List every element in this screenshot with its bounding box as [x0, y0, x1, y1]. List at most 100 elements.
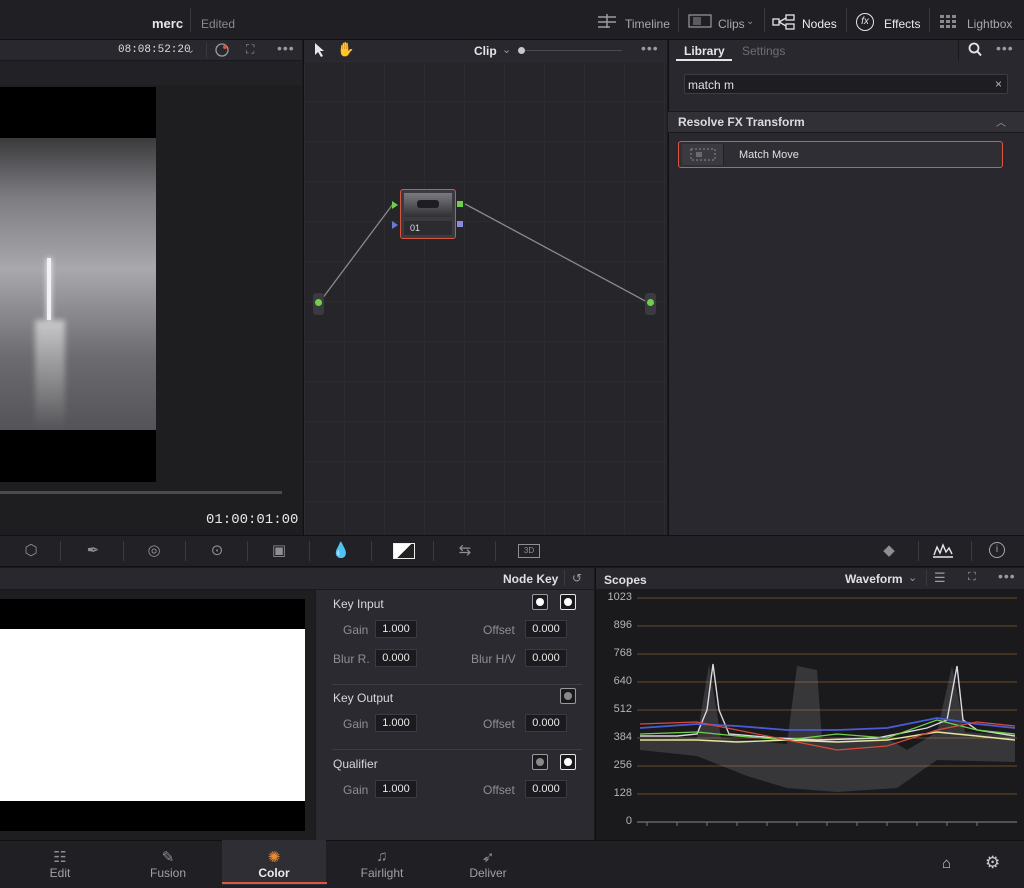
clips-icon[interactable] [688, 14, 712, 28]
source-output-dot [315, 299, 322, 306]
viewer-scrub-bar[interactable] [0, 491, 282, 494]
gear-icon[interactable]: ⚙ [985, 853, 1000, 873]
chevron-down-icon[interactable]: ⌄ [908, 571, 917, 584]
key-input-blur-r-field[interactable]: 0.000 [375, 649, 417, 667]
divider [247, 541, 248, 561]
node-mode-select[interactable]: Clip [474, 44, 497, 58]
scope-settings-icon[interactable]: ☰ [934, 570, 946, 586]
divider [371, 541, 372, 561]
tab-settings[interactable]: Settings [742, 44, 785, 58]
nodes-icon[interactable] [772, 14, 796, 30]
divider [929, 8, 930, 32]
key-output-invert-toggle[interactable] [560, 688, 576, 704]
node-key-output-icon[interactable] [457, 221, 463, 227]
fullscreen-icon[interactable]: ⛶ [246, 42, 254, 57]
chevron-down-icon[interactable]: ⌄ [186, 43, 195, 56]
eyedropper-icon[interactable]: ✒ [78, 541, 108, 559]
key-input-invert-toggle[interactable] [532, 594, 548, 610]
key-input-gain-field[interactable]: 1.000 [375, 620, 417, 638]
key-input-offset-field[interactable]: 0.000 [525, 620, 567, 638]
output-input-dot [647, 299, 654, 306]
chevron-up-icon[interactable]: ︿ [996, 114, 1006, 129]
reset-icon[interactable]: ↺ [572, 571, 582, 585]
sizing-icon[interactable]: ⇆ [450, 541, 480, 559]
page-edit-button[interactable]: ☷ Edit [8, 840, 112, 885]
clips-button[interactable]: Clips [718, 17, 745, 31]
node-rgb-output-icon[interactable] [457, 201, 463, 207]
node-thumbnail-car [417, 200, 439, 208]
qualifier-gain-field[interactable]: 1.000 [375, 780, 417, 798]
divider [332, 749, 582, 750]
effects-search-input[interactable]: match m [684, 74, 1008, 94]
chevron-down-icon[interactable]: ⌄ [746, 16, 754, 27]
scope-tick-label: 896 [613, 619, 632, 631]
pointer-tool-icon[interactable] [314, 42, 326, 61]
viewer-timecode[interactable]: 08:08:52:20 [118, 44, 191, 56]
fx-item-match-move[interactable] [678, 141, 1003, 168]
timeline-button[interactable]: Timeline [625, 17, 670, 31]
divider [764, 8, 765, 32]
qualifier-invert-toggle[interactable] [532, 754, 548, 770]
info-icon[interactable]: i [989, 542, 1005, 558]
scope-tick-label: 256 [613, 759, 632, 771]
key-output-gain-field[interactable]: 1.000 [375, 714, 417, 732]
key-input-offset-label: Offset [483, 623, 515, 637]
keyframes-icon[interactable]: ◆ [874, 541, 904, 559]
tracker-icon[interactable]: ⊙ [202, 541, 232, 559]
fx-item-label: Match Move [739, 149, 799, 161]
zoom-slider-handle[interactable] [518, 47, 525, 54]
node-rgb-input-icon[interactable] [392, 201, 398, 209]
zoom-slider-track[interactable] [520, 50, 622, 51]
waveform-trace [637, 597, 1017, 826]
qualifier-mask-toggle[interactable] [560, 754, 576, 770]
page-deliver-button[interactable]: ➶ Deliver [436, 840, 540, 885]
qualifier-offset-field[interactable]: 0.000 [525, 780, 567, 798]
more-options-icon[interactable]: ••• [998, 568, 1016, 584]
scope-mode-select[interactable]: Waveform [845, 572, 903, 586]
key-tool-icon[interactable] [393, 543, 415, 559]
qualifier-title: Qualifier [333, 757, 378, 771]
effects-fx-icon[interactable]: fx [856, 13, 874, 31]
key-output-offset-field[interactable]: 0.000 [525, 714, 567, 732]
magic-mask-icon[interactable]: ▣ [264, 541, 294, 559]
page-label: Color [258, 866, 290, 880]
page-fairlight-button[interactable]: ♫ Fairlight [330, 840, 434, 885]
chevron-down-icon[interactable]: ⌄ [502, 43, 511, 56]
hand-tool-icon[interactable]: ✋ [337, 41, 354, 58]
fullscreen-icon[interactable]: ⛶ [968, 571, 976, 584]
qualifier-gain-label: Gain [343, 783, 369, 797]
search-icon[interactable] [968, 42, 982, 60]
image-reflection [35, 320, 65, 430]
qualifier-offset-label: Offset [483, 783, 515, 797]
timeline-icon[interactable] [596, 13, 620, 29]
more-options-icon[interactable]: ••• [277, 40, 295, 56]
curves-icon[interactable]: ◎ [139, 541, 169, 559]
divider [309, 541, 310, 561]
key-input-mask-toggle[interactable] [560, 594, 576, 610]
page-fusion-button[interactable]: ✎ Fusion [116, 840, 220, 885]
viewer-playhead-timecode: 01:00:01:00 [206, 512, 299, 528]
divider [433, 541, 434, 561]
nodes-button[interactable]: Nodes [802, 17, 837, 31]
scopes-icon[interactable] [933, 542, 953, 561]
scope-tick-label: 1023 [607, 591, 632, 603]
key-input-blur-hv-field[interactable]: 0.000 [525, 649, 567, 667]
node-key-input-icon[interactable] [392, 221, 398, 229]
tab-library[interactable]: Library [684, 44, 725, 58]
clear-search-icon[interactable]: × [995, 77, 1002, 91]
gallery-capture-icon[interactable] [213, 41, 231, 59]
effects-button[interactable]: Effects [884, 17, 920, 31]
key-output-title: Key Output [333, 691, 394, 705]
more-options-icon[interactable]: ••• [996, 40, 1014, 56]
page-color-button[interactable]: ✺ Color [222, 840, 326, 885]
lightbox-icon[interactable] [940, 15, 956, 29]
divider [123, 541, 124, 561]
camera-raw-icon[interactable]: ⬡ [16, 541, 46, 559]
blur-icon[interactable]: 💧 [326, 541, 356, 559]
divider [332, 684, 582, 685]
home-icon[interactable]: ⌂ [942, 855, 951, 872]
more-options-icon[interactable]: ••• [641, 40, 659, 56]
page-label: Deliver [469, 866, 507, 880]
lightbox-button[interactable]: Lightbox [967, 17, 1012, 31]
3d-icon[interactable]: 3D [518, 544, 540, 558]
